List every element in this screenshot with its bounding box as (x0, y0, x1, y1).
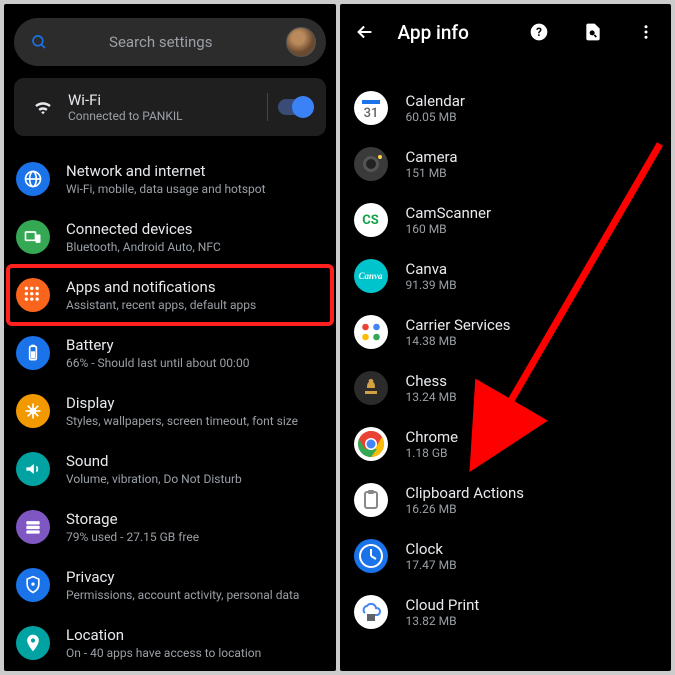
item-title: Location (66, 626, 261, 646)
item-subtitle: Permissions, account activity, personal … (66, 588, 299, 602)
display-icon (16, 394, 50, 428)
app-item-calendar[interactable]: 31 Calendar 60.05 MB (340, 80, 672, 136)
item-subtitle: Volume, vibration, Do Not Disturb (66, 472, 242, 486)
settings-item-sound[interactable]: Sound Volume, vibration, Do Not Disturb (4, 440, 336, 498)
settings-item-network-and-internet[interactable]: Network and internet Wi-Fi, mobile, data… (4, 150, 336, 208)
app-item-cloud-print[interactable]: Cloud Print 13.82 MB (340, 584, 672, 640)
item-title: Network and internet (66, 162, 266, 182)
storage-icon (16, 510, 50, 544)
app-item-canva[interactable]: Canva Canva 91.39 MB (340, 248, 672, 304)
svg-text:31: 31 (363, 106, 378, 121)
app-name: CamScanner (406, 204, 492, 222)
app-list: 31 Calendar 60.05 MB Camera 151 MB CS Ca… (340, 60, 672, 640)
app-icon (354, 147, 388, 181)
app-item-clock[interactable]: Clock 17.47 MB (340, 528, 672, 584)
app-icon (354, 483, 388, 517)
search-placeholder: Search settings (36, 33, 286, 51)
settings-screen: Search settings Wi-Fi Connected to PANKI… (4, 4, 336, 671)
settings-item-location[interactable]: Location On - 40 apps have access to loc… (4, 614, 336, 671)
app-size: 13.24 MB (406, 390, 457, 404)
back-button[interactable] (354, 21, 376, 43)
wifi-toggle[interactable] (278, 99, 312, 115)
wifi-card[interactable]: Wi-Fi Connected to PANKIL (14, 78, 326, 136)
wifi-icon (28, 96, 58, 118)
search-in-page-icon[interactable] (577, 22, 609, 42)
item-subtitle: On - 40 apps have access to location (66, 646, 261, 660)
avatar[interactable] (286, 27, 316, 57)
item-title: Battery (66, 336, 249, 356)
page-title: App info (398, 21, 502, 44)
app-item-chess[interactable]: Chess 13.24 MB (340, 360, 672, 416)
wifi-subtitle: Connected to PANKIL (68, 109, 257, 123)
app-size: 17.47 MB (406, 558, 457, 572)
app-size: 16.26 MB (406, 502, 525, 516)
settings-item-display[interactable]: Display Styles, wallpapers, screen timeo… (4, 382, 336, 440)
settings-item-apps-and-notifications[interactable]: Apps and notifications Assistant, recent… (8, 266, 332, 324)
appinfo-screen: App info ? 31 Calendar 60.05 MB Camera 1… (340, 4, 672, 671)
app-name: Clock (406, 540, 457, 558)
app-name: Camera (406, 148, 458, 166)
app-item-carrier-services[interactable]: Carrier Services 14.38 MB (340, 304, 672, 360)
item-title: Connected devices (66, 220, 221, 240)
app-icon (354, 427, 388, 461)
settings-item-privacy[interactable]: Privacy Permissions, account activity, p… (4, 556, 336, 614)
appinfo-header: App info ? (340, 4, 672, 60)
app-size: 14.38 MB (406, 334, 511, 348)
app-icon (354, 595, 388, 629)
app-name: Chrome (406, 428, 459, 446)
app-name: Clipboard Actions (406, 484, 525, 502)
svg-text:?: ? (536, 25, 542, 39)
item-title: Sound (66, 452, 242, 472)
app-name: Canva (406, 260, 457, 278)
settings-list: Network and internet Wi-Fi, mobile, data… (4, 148, 336, 671)
app-item-camscanner[interactable]: CS CamScanner 160 MB (340, 192, 672, 248)
divider (267, 93, 268, 121)
settings-item-battery[interactable]: Battery 66% - Should last until about 00… (4, 324, 336, 382)
item-title: Apps and notifications (66, 278, 256, 298)
app-name: Carrier Services (406, 316, 511, 334)
settings-item-connected-devices[interactable]: Connected devices Bluetooth, Android Aut… (4, 208, 336, 266)
battery-icon (16, 336, 50, 370)
item-title: Display (66, 394, 298, 414)
app-size: 13.82 MB (406, 614, 480, 628)
app-icon (354, 371, 388, 405)
app-size: 1.18 GB (406, 446, 459, 460)
globe-icon (16, 162, 50, 196)
app-size: 91.39 MB (406, 278, 457, 292)
location-icon (16, 626, 50, 660)
item-title: Privacy (66, 568, 299, 588)
app-size: 151 MB (406, 166, 458, 180)
item-subtitle: Styles, wallpapers, screen timeout, font… (66, 414, 298, 428)
app-size: 60.05 MB (406, 110, 466, 124)
app-icon (354, 539, 388, 573)
item-subtitle: Wi-Fi, mobile, data usage and hotspot (66, 182, 266, 196)
app-name: Cloud Print (406, 596, 480, 614)
item-subtitle: Assistant, recent apps, default apps (66, 298, 256, 312)
app-icon: Canva (354, 259, 388, 293)
devices-icon (16, 220, 50, 254)
sound-icon (16, 452, 50, 486)
app-item-clipboard-actions[interactable]: Clipboard Actions 16.26 MB (340, 472, 672, 528)
app-name: Chess (406, 372, 457, 390)
app-item-chrome[interactable]: Chrome 1.18 GB (340, 416, 672, 472)
help-icon[interactable]: ? (523, 22, 555, 42)
app-item-camera[interactable]: Camera 151 MB (340, 136, 672, 192)
app-icon (354, 315, 388, 349)
privacy-icon (16, 568, 50, 602)
search-bar[interactable]: Search settings (14, 18, 326, 66)
app-icon: 31 (354, 91, 388, 125)
item-title: Storage (66, 510, 199, 530)
app-name: Calendar (406, 92, 466, 110)
item-subtitle: 79% used - 27.15 GB free (66, 530, 199, 544)
apps-icon (16, 278, 50, 312)
overflow-menu-icon[interactable] (631, 23, 661, 41)
wifi-title: Wi-Fi (68, 91, 257, 109)
app-icon: CS (354, 203, 388, 237)
item-subtitle: 66% - Should last until about 00:00 (66, 356, 249, 370)
app-size: 160 MB (406, 222, 492, 236)
item-subtitle: Bluetooth, Android Auto, NFC (66, 240, 221, 254)
settings-item-storage[interactable]: Storage 79% used - 27.15 GB free (4, 498, 336, 556)
